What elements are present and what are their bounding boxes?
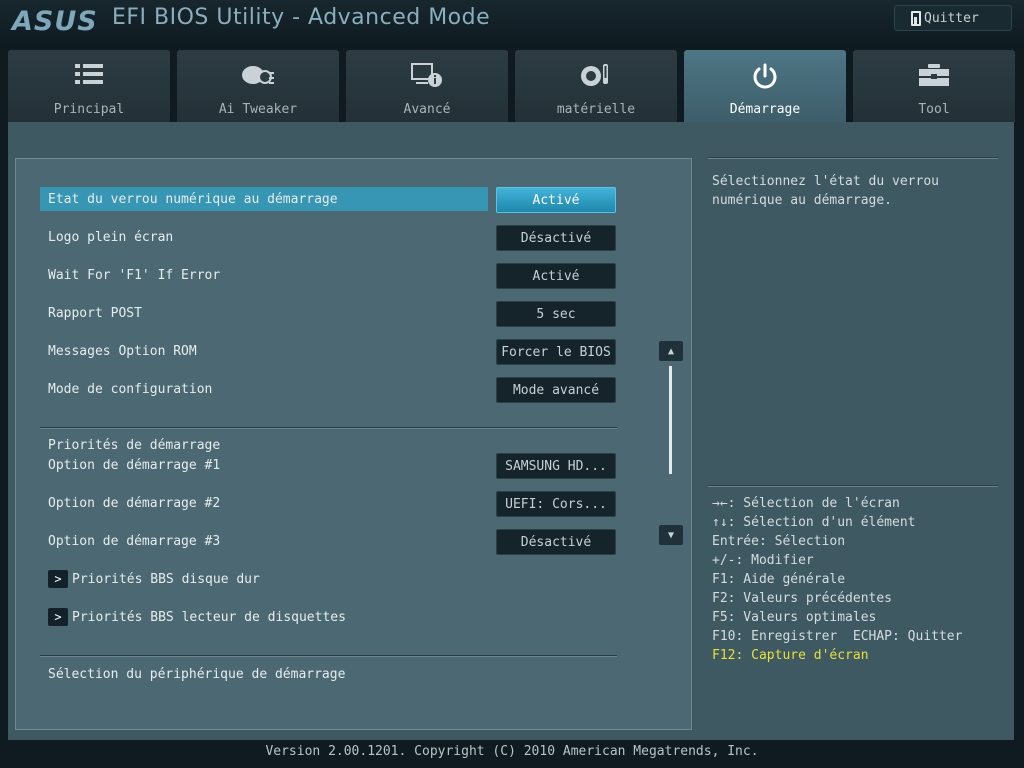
submenu-bbs-floppy[interactable]: > Priorités BBS lecteur de disquettes — [40, 605, 346, 629]
toolbox-icon — [853, 62, 1015, 88]
key-hint: F1: Aide générale — [712, 572, 846, 587]
exit-door-icon — [911, 10, 921, 26]
tab-ai-tweaker[interactable]: Ai Tweaker — [177, 50, 339, 122]
tab-label: Tool — [918, 102, 950, 117]
setting-label: Option de démarrage #2 — [48, 495, 221, 511]
setting-post-report-value[interactable]: 5 sec — [496, 301, 616, 327]
setting-numlock[interactable]: Etat du verrou numérique au démarrage — [40, 187, 488, 211]
tab-label: Ai Tweaker — [218, 102, 298, 117]
boot-device-selection[interactable]: Sélection du périphérique de démarrage — [40, 662, 345, 686]
tab-avance[interactable]: Avancé — [346, 50, 508, 122]
setting-label: Sélection du périphérique de démarrage — [48, 666, 346, 682]
asus-logo: ASUS — [12, 6, 98, 37]
boot-priority-title: Priorités de démarrage — [48, 438, 221, 453]
tab-demarrage[interactable]: Démarrage — [684, 50, 846, 122]
app-title: EFI BIOS Utility - Advanced Mode — [112, 5, 491, 30]
setting-label: Rapport POST — [48, 305, 142, 321]
submenu-bbs-hdd[interactable]: > Priorités BBS disque dur — [40, 567, 260, 591]
monitor-icon — [515, 62, 677, 88]
quit-label: Quitter — [924, 10, 979, 26]
power-icon — [684, 62, 846, 89]
help-divider-bottom — [708, 485, 998, 487]
scroll-down-button[interactable]: ▼ — [659, 525, 683, 545]
version-footer: Version 2.00.1201. Copyright (C) 2010 Am… — [265, 744, 759, 759]
key-hint: F10: Enregistrer ECHAP: Quitter — [712, 629, 963, 644]
quit-button[interactable]: Quitter — [894, 5, 1012, 31]
key-hint-screenshot: F12: Capture d'écran — [712, 648, 869, 663]
tab-bar: Principal Ai Tweaker Avancé matérielle D… — [0, 48, 1024, 122]
setting-label: Logo plein écran — [48, 229, 174, 245]
boot-option-3[interactable]: Option de démarrage #3 — [40, 529, 220, 553]
setting-option-rom[interactable]: Messages Option ROM — [40, 339, 197, 363]
divider — [40, 427, 617, 429]
setting-post-report[interactable]: Rapport POST — [40, 301, 142, 325]
key-hint: ↑↓: Sélection d'un élément — [712, 515, 916, 530]
scrollbar-thumb[interactable] — [669, 366, 672, 474]
key-hint: +/-: Modifier — [712, 553, 814, 568]
setting-label: Option de démarrage #1 — [48, 457, 221, 473]
setting-option-rom-value[interactable]: Forcer le BIOS — [496, 339, 616, 365]
setting-wait-f1-value[interactable]: Activé — [496, 263, 616, 289]
tab-tool[interactable]: Tool — [853, 50, 1015, 122]
tab-label: Démarrage — [729, 102, 801, 117]
boot-option-1[interactable]: Option de démarrage #1 — [40, 453, 220, 477]
setting-label: Etat du verrou numérique au démarrage — [48, 191, 338, 207]
tab-principal[interactable]: Principal — [8, 50, 170, 122]
boot-option-3-value[interactable]: Désactivé — [496, 529, 616, 555]
setting-label: Option de démarrage #3 — [48, 533, 221, 549]
submenu-label: Priorités BBS lecteur de disquettes — [72, 609, 346, 625]
setting-fullscreen-logo[interactable]: Logo plein écran — [40, 225, 173, 249]
list-icon — [8, 62, 170, 88]
key-hint: F2: Valeurs précédentes — [712, 591, 893, 606]
triangle-up-icon: ▲ — [667, 345, 675, 357]
setting-label: Mode de configuration — [48, 381, 213, 397]
chevron-right-icon: > — [48, 570, 68, 588]
key-hint: F5: Valeurs optimales — [712, 610, 877, 625]
submenu-label: Priorités BBS disque dur — [72, 571, 260, 587]
setting-config-mode[interactable]: Mode de configuration — [40, 377, 212, 401]
setting-fullscreen-logo-value[interactable]: Désactivé — [496, 225, 616, 251]
key-hint: Entrée: Sélection — [712, 534, 846, 549]
key-legend: →←: Sélection de l'écran ↑↓: Sélection d… — [712, 494, 962, 665]
help-text: Sélectionnez l'état du verrou numérique … — [712, 174, 939, 208]
tab-label: matérielle — [556, 102, 636, 117]
tweaker-icon — [177, 62, 339, 88]
boot-option-1-value[interactable]: SAMSUNG HD... — [496, 453, 616, 479]
key-hint: →←: Sélection de l'écran — [712, 496, 900, 511]
boot-option-2-value[interactable]: UEFI: Cors... — [496, 491, 616, 517]
setting-wait-f1[interactable]: Wait For 'F1' If Error — [40, 263, 220, 287]
boot-option-2[interactable]: Option de démarrage #2 — [40, 491, 220, 515]
advanced-icon — [346, 62, 508, 88]
scroll-up-button[interactable]: ▲ — [659, 341, 683, 361]
setting-label: Messages Option ROM — [48, 343, 197, 359]
setting-config-mode-value[interactable]: Mode avancé — [496, 377, 616, 403]
tab-label: Avancé — [403, 102, 451, 117]
tab-materielle[interactable]: matérielle — [515, 50, 677, 122]
triangle-down-icon: ▼ — [667, 529, 675, 541]
tab-label: Principal — [53, 102, 125, 117]
divider — [40, 655, 617, 657]
setting-label: Wait For 'F1' If Error — [48, 267, 221, 283]
setting-numlock-value[interactable]: Activé — [496, 187, 616, 213]
chevron-right-icon: > — [48, 608, 68, 626]
help-divider-top — [708, 157, 998, 159]
header-bar: ASUS EFI BIOS Utility - Advanced Mode Qu… — [0, 0, 1024, 48]
